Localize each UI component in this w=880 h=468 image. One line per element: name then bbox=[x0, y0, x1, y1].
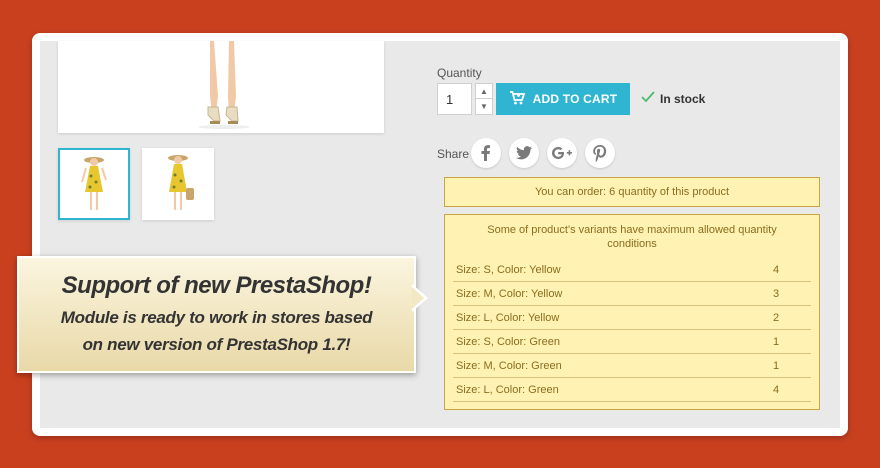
check-icon bbox=[641, 91, 655, 106]
table-row: Size: S, Color: Green 1 bbox=[453, 330, 811, 354]
variant-name: Size: S, Color: Yellow bbox=[456, 264, 561, 276]
cart-icon bbox=[509, 90, 525, 109]
table-row: Size: L, Color: Yellow 2 bbox=[453, 306, 811, 330]
variant-limits-title: Some of product's variants have maximum … bbox=[487, 224, 777, 250]
thumbnail-2[interactable] bbox=[142, 148, 214, 220]
main-product-image bbox=[58, 41, 384, 133]
variant-name: Size: L, Color: Yellow bbox=[456, 312, 560, 324]
share-label: Share bbox=[437, 147, 470, 161]
decrement-icon[interactable]: ▼ bbox=[476, 99, 492, 114]
order-quantity-notice: You can order: 6 quantity of this produc… bbox=[444, 177, 820, 207]
variant-max-qty: 1 bbox=[773, 360, 780, 372]
table-row: Size: S, Color: Yellow 4 bbox=[453, 258, 811, 282]
facebook-icon[interactable] bbox=[471, 138, 501, 168]
variant-name: Size: M, Color: Green bbox=[456, 360, 562, 372]
promo-text-line-2: on new version of PrestaShop 1.7! bbox=[82, 335, 351, 354]
google-plus-icon[interactable] bbox=[547, 138, 577, 168]
promo-callout: Support of new PrestaShop! Module is rea… bbox=[17, 256, 416, 373]
variant-name: Size: L, Color: Green bbox=[456, 384, 559, 396]
variant-max-qty: 3 bbox=[773, 288, 780, 300]
quantity-label: Quantity bbox=[437, 66, 482, 80]
quantity-stepper[interactable]: ▲ ▼ bbox=[475, 83, 493, 115]
thumbnail-1[interactable] bbox=[58, 148, 130, 220]
table-row: Size: M, Color: Yellow 3 bbox=[453, 282, 811, 306]
variant-max-qty: 1 bbox=[773, 336, 780, 348]
table-row: Size: L, Color: Green 4 bbox=[453, 378, 811, 402]
variant-max-qty: 4 bbox=[773, 384, 780, 396]
twitter-icon[interactable] bbox=[509, 138, 539, 168]
stock-status: In stock bbox=[641, 91, 705, 106]
table-row: Size: M, Color: Green 1 bbox=[453, 354, 811, 378]
pinterest-icon[interactable] bbox=[585, 138, 615, 168]
variant-max-qty: 2 bbox=[773, 312, 780, 324]
promo-text-line-1: Module is ready to work in stores based bbox=[60, 308, 373, 327]
increment-icon[interactable]: ▲ bbox=[476, 84, 492, 99]
add-to-cart-button[interactable]: ADD TO CART bbox=[496, 83, 630, 115]
callout-pointer-fill bbox=[412, 287, 424, 309]
variant-name: Size: M, Color: Yellow bbox=[456, 288, 563, 300]
promo-title: Support of new PrestaShop! bbox=[61, 272, 372, 299]
variant-name: Size: S, Color: Green bbox=[456, 336, 560, 348]
stock-status-text: In stock bbox=[660, 91, 706, 106]
variant-max-qty: 4 bbox=[773, 264, 780, 276]
screenshot-frame: Quantity ▲ ▼ ADD TO CART In bbox=[32, 33, 848, 436]
add-to-cart-label: ADD TO CART bbox=[532, 92, 618, 106]
variant-limits-panel: Some of product's variants have maximum … bbox=[444, 214, 820, 410]
quantity-input[interactable] bbox=[437, 83, 472, 115]
